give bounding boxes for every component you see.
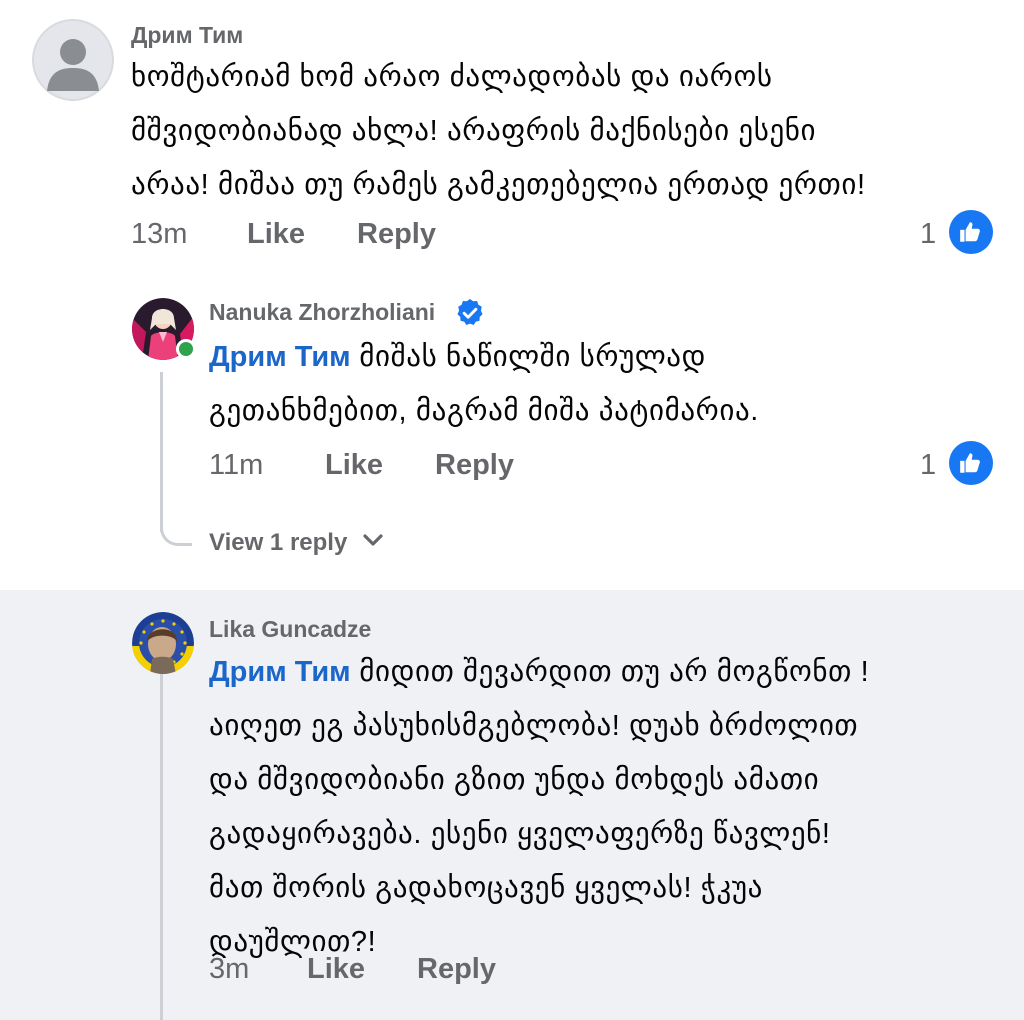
thread-connector [160, 674, 163, 1020]
thread-connector [160, 372, 163, 532]
reaction-count[interactable]: 1 [920, 218, 936, 251]
reactions-badge[interactable] [949, 210, 993, 254]
thread-connector-curve [160, 512, 192, 546]
comment-timestamp[interactable]: 3m [209, 953, 249, 986]
verified-badge-icon [454, 297, 486, 329]
reply-button[interactable]: Reply [435, 449, 514, 482]
reply-button[interactable]: Reply [417, 953, 496, 986]
comment-line: მშვიდობიანად ახლა! არაფრის მაქნისები ესე… [131, 115, 817, 147]
comment-line: ხოშტარიამ ხომ არაო ძალადობას და იაროს [131, 61, 773, 93]
like-button[interactable]: Like [307, 953, 365, 986]
comment-line: მიშას ნაწილში სრულად [359, 341, 706, 373]
view-replies-link[interactable]: View 1 reply [209, 529, 384, 557]
comment-line: და მშვიდობიანი გზით უნდა მოხდეს ამათი [209, 764, 820, 796]
default-avatar-icon [32, 19, 114, 101]
online-status-indicator [176, 339, 196, 359]
comment-line: აიღეთ ეგ პასუხისმგებლობა! დუახ ბრძოლით [209, 710, 859, 742]
view-replies-label: View 1 reply [209, 529, 348, 556]
like-button[interactable]: Like [325, 449, 383, 482]
reaction-count[interactable]: 1 [920, 449, 936, 482]
comment-author[interactable]: Lika Guncadze [209, 616, 371, 643]
like-button[interactable]: Like [247, 218, 305, 251]
comment-text: Дрим Тим მიდით შევარდით თუ არ მოგწონთ ! … [209, 645, 869, 969]
comment-text: Дрим Тим მიშას ნაწილში სრულად გეთანხმები… [209, 330, 759, 438]
mention-link[interactable]: Дрим Тим [209, 656, 351, 688]
comment-line: მიდით შევარდით თუ არ მოგწონთ ! [359, 656, 870, 688]
reactions-badge[interactable] [949, 441, 993, 485]
mention-link[interactable]: Дрим Тим [209, 341, 351, 373]
comment-timestamp[interactable]: 13m [131, 218, 187, 251]
avatar[interactable] [132, 612, 194, 674]
comment-line: არაა! მიშაა თუ რამეს გამკეთებელია ერთად … [131, 169, 866, 201]
comment-author[interactable]: Nanuka Zhorzholiani [209, 299, 435, 326]
like-thumb-icon [960, 222, 980, 242]
comment-line: გეთანხმებით, მაგრამ მიშა პატიმარია. [209, 395, 759, 427]
chevron-down-icon [363, 534, 383, 546]
avatar[interactable] [32, 19, 114, 101]
comment-timestamp[interactable]: 11m [209, 449, 263, 482]
like-thumb-icon [960, 453, 980, 473]
comment-author[interactable]: Дрим Тим [131, 22, 243, 49]
comment-line: მათ შორის გადახოცავენ ყველას! ჭკუა [209, 872, 763, 904]
profile-photo-icon [132, 612, 194, 674]
comment-text: ხოშტარიამ ხომ არაო ძალადობას და იაროს მშ… [131, 50, 866, 212]
comment-line: გადაყირავება. ესენი ყველაფერზე წავლენ! [209, 818, 831, 850]
reply-button[interactable]: Reply [357, 218, 436, 251]
